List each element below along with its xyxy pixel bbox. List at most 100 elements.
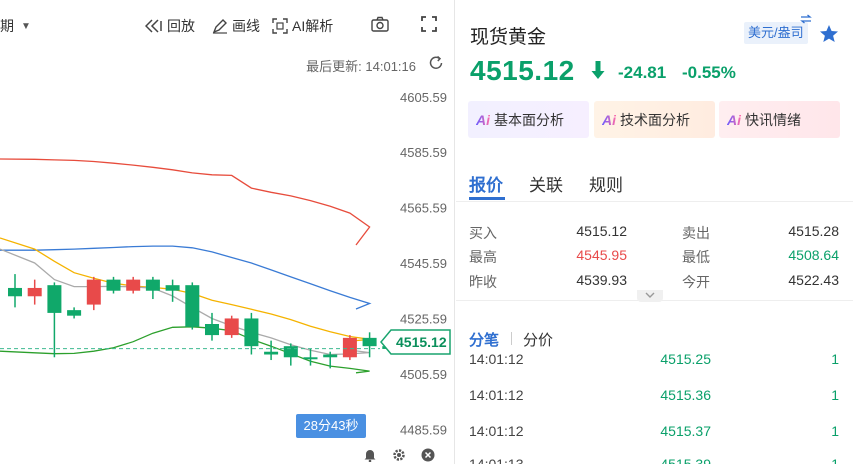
currency-switch-button[interactable]: 美元/盎司	[744, 22, 808, 44]
quote-row-prevclose-open: 昨收 4539.93 今开 4522.43	[456, 270, 853, 292]
tick-price: 4515.36	[660, 387, 711, 403]
tick-price: 4515.39	[660, 456, 711, 464]
ai-analysis-button[interactable]: AI解析	[272, 16, 333, 36]
y-tick-label: 4585.59	[400, 145, 447, 160]
ai-button-label: 技术面分析	[620, 111, 690, 128]
current-price-tag: 4515.12	[380, 329, 451, 355]
high-label: 最高	[469, 249, 497, 265]
tick-volume: 1	[831, 456, 839, 464]
camera-icon	[371, 16, 389, 32]
pen-icon	[212, 19, 227, 34]
draw-line-button[interactable]: 画线	[212, 16, 260, 36]
ai-badge-icon: Ai	[602, 111, 616, 128]
candle	[264, 340, 279, 361]
draw-label: 画线	[232, 18, 260, 34]
candle	[106, 276, 121, 294]
tick-price: 4515.25	[660, 351, 711, 367]
candle	[86, 276, 101, 311]
expand-handle[interactable]	[637, 290, 663, 302]
quote-panel: 现货黄金 美元/盎司 4515.12 -24.81 -0.55% Ai 基本面分…	[456, 0, 853, 464]
bell-icon[interactable]	[363, 448, 377, 462]
price-change: -24.81	[618, 63, 667, 82]
period-select[interactable]: 期 ▼	[0, 16, 31, 36]
candlestick-chart[interactable]: 4605.59 4585.59 4565.59 4545.59 4525.59 4505.…	[0, 80, 455, 446]
instrument-name: 现货黄金	[470, 27, 547, 48]
candle	[342, 335, 357, 361]
y-tick-label: 4605.59	[400, 90, 447, 105]
close-icon[interactable]	[421, 448, 435, 462]
subtab-separator	[511, 332, 512, 345]
candle	[47, 282, 62, 358]
candle	[67, 307, 82, 319]
ask-value: 4515.28	[788, 223, 839, 239]
moving-average-line	[0, 158, 371, 246]
ai-technical-analysis-button[interactable]: Ai 技术面分析	[594, 101, 715, 138]
candle	[205, 312, 219, 341]
ai-label: AI解析	[292, 18, 334, 34]
subtab-ticks[interactable]: 分笔	[469, 329, 499, 350]
refresh-icon[interactable]	[428, 55, 444, 71]
camera-button[interactable]	[371, 16, 389, 32]
list-item: 14:01:12 4515.36 1	[456, 385, 853, 405]
list-item: 14:01:13 4515.39 1	[456, 454, 853, 464]
price-change-percent: -0.55%	[682, 63, 736, 82]
tick-volume: 1	[831, 387, 839, 403]
tick-time: 14:01:13	[469, 456, 524, 464]
chevron-down-icon	[645, 292, 655, 298]
tick-time: 14:01:12	[469, 351, 524, 367]
ai-button-label: 快讯情绪	[745, 111, 801, 128]
rewind-icon	[145, 19, 162, 33]
period-label: 期	[0, 18, 14, 34]
low-value: 4508.64	[788, 247, 839, 263]
y-tick-label: 4545.59	[400, 256, 447, 271]
candle	[185, 282, 200, 330]
open-value: 4522.43	[788, 272, 839, 288]
list-item: 14:01:12 4515.25 1	[456, 350, 853, 369]
bid-label: 买入	[469, 225, 497, 241]
bid-value: 4515.12	[576, 223, 627, 239]
quote-row-bid-ask: 买入 4515.12 卖出 4515.28	[456, 221, 853, 243]
replay-button[interactable]: 回放	[145, 16, 195, 36]
y-tick-label: 4565.59	[400, 201, 447, 216]
open-label: 今开	[682, 274, 710, 290]
last-update-text: 最后更新: 14:01:16	[306, 59, 416, 74]
ai-news-sentiment-button[interactable]: Ai 快讯情绪	[719, 101, 840, 138]
ai-fundamental-analysis-button[interactable]: Ai 基本面分析	[468, 101, 589, 138]
candle-countdown: 28分43秒	[296, 414, 366, 438]
fullscreen-button[interactable]	[421, 16, 437, 32]
y-tick-label: 4525.59	[400, 312, 447, 327]
star-icon[interactable]	[819, 24, 839, 44]
candle	[224, 315, 239, 338]
chevron-down-icon: ▼	[21, 20, 31, 32]
tab-rules[interactable]: 规则	[589, 171, 623, 196]
tick-volume: 1	[831, 351, 839, 367]
candle	[126, 276, 141, 294]
candle	[8, 274, 22, 308]
tick-time: 14:01:12	[469, 387, 524, 403]
fullscreen-icon	[421, 16, 437, 32]
tab-quote[interactable]: 报价	[469, 171, 503, 196]
tick-price: 4515.37	[660, 423, 711, 439]
chart-toolbar: 期 ▼ 回放 画线 AI解析	[0, 0, 455, 50]
last-price: 4515.12	[470, 55, 575, 86]
tick-volume: 1	[831, 423, 839, 439]
list-item: 14:01:12 4515.37 1	[456, 421, 853, 441]
candle	[283, 343, 298, 366]
prev-close-label: 昨收	[469, 274, 497, 290]
tab-related[interactable]: 关联	[529, 171, 563, 196]
active-tab-indicator	[469, 197, 505, 200]
ai-badge-icon: Ai	[476, 111, 490, 128]
arrow-down-icon	[591, 61, 605, 79]
prev-close-value: 4539.93	[576, 272, 627, 288]
current-price-label: 4515.12	[396, 334, 447, 350]
moving-average-line	[0, 326, 370, 374]
subtab-price-levels[interactable]: 分价	[523, 329, 553, 350]
high-value: 4545.95	[576, 247, 627, 263]
tick-time: 14:01:12	[469, 423, 524, 439]
chart-panel: 期 ▼ 回放 画线 AI解析 最后更新: 14:01:16 4605.59 45…	[0, 0, 455, 464]
tick-list[interactable]: 14:01:12 4515.25 1 14:01:12 4515.36 1 14…	[456, 350, 853, 464]
gear-icon[interactable]	[392, 448, 406, 462]
ask-label: 卖出	[682, 225, 710, 241]
swap-icon[interactable]	[800, 14, 812, 24]
ai-scan-icon	[272, 18, 288, 34]
